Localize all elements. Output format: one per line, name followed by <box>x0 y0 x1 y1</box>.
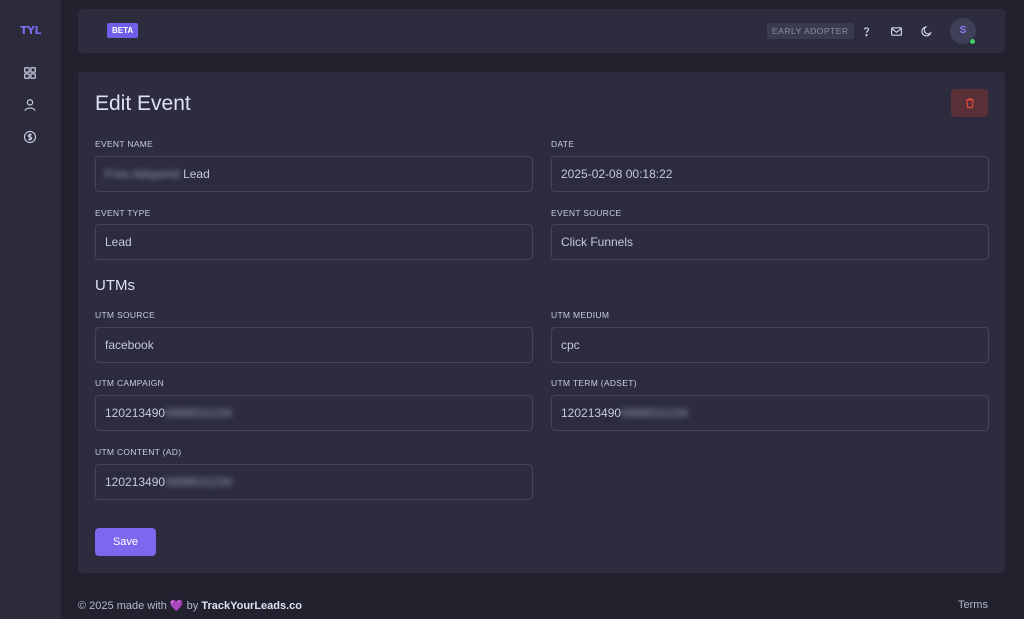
event-name-input[interactable]: Free Adspend Lead <box>95 156 533 192</box>
dollar-circle-icon[interactable] <box>20 127 40 147</box>
utm-campaign-value: 120213490 <box>105 406 166 420</box>
utm-campaign-input[interactable]: 1202134905698531234 <box>95 395 533 431</box>
utm-campaign-blurred: 5698531234 <box>165 406 232 420</box>
utm-content-input[interactable]: 1202134905698531234 <box>95 464 533 500</box>
save-button[interactable]: Save <box>95 528 156 556</box>
event-name-label: EVENT NAME <box>95 139 154 149</box>
event-source-input[interactable]: Click Funnels <box>551 224 989 260</box>
grid-icon[interactable] <box>20 63 40 83</box>
footer-by: by <box>186 600 199 612</box>
event-source-label: EVENT SOURCE <box>551 208 622 218</box>
utm-content-label: UTM CONTENT (AD) <box>95 447 182 457</box>
event-name-blurred: Free Adspend <box>105 167 180 181</box>
event-source-value: Click Funnels <box>561 235 634 249</box>
delete-button[interactable] <box>951 89 988 117</box>
utm-term-blurred: 5698531234 <box>621 406 688 420</box>
sidebar: TYL <box>0 0 61 619</box>
utm-medium-value: cpc <box>561 338 580 352</box>
event-type-input[interactable]: Lead <box>95 224 533 260</box>
event-type-value: Lead <box>105 235 132 249</box>
beta-badge: BETA <box>107 23 139 38</box>
utm-campaign-label: UTM CAMPAIGN <box>95 378 165 388</box>
top-bar: BETA EARLY ADOPTER S <box>78 9 1005 53</box>
moon-icon[interactable] <box>917 22 935 40</box>
brand-link[interactable]: TrackYourLeads.co <box>201 600 302 612</box>
utm-source-input[interactable]: facebook <box>95 327 533 363</box>
utm-term-label: UTM TERM (ADSET) <box>551 378 637 388</box>
heart-icon: 💜 <box>169 600 184 612</box>
utm-medium-input[interactable]: cpc <box>551 327 989 363</box>
date-input[interactable]: 2025-02-08 00:18:22 <box>551 156 989 192</box>
utm-medium-label: UTM MEDIUM <box>551 310 610 320</box>
utms-section-title: UTMs <box>95 277 135 294</box>
online-status-indicator <box>969 38 976 45</box>
utm-content-value: 120213490 <box>105 475 166 489</box>
utm-source-label: UTM SOURCE <box>95 310 156 320</box>
edit-event-card: Edit Event EVENT NAME Free Adspend Lead … <box>78 72 1005 573</box>
date-label: DATE <box>551 139 575 149</box>
question-icon[interactable] <box>857 22 875 40</box>
utm-term-input[interactable]: 1202134905698531234 <box>551 395 989 431</box>
mail-icon[interactable] <box>887 22 905 40</box>
app-logo[interactable]: TYL <box>0 24 61 37</box>
trash-icon <box>965 98 974 109</box>
footer-prefix: © 2025 made with <box>78 600 167 612</box>
early-adopter-badge: EARLY ADOPTER <box>767 23 854 39</box>
page-title: Edit Event <box>95 92 191 115</box>
utm-content-blurred: 5698531234 <box>165 475 232 489</box>
event-name-value: Lead <box>183 167 210 181</box>
user-icon[interactable] <box>20 95 40 115</box>
event-type-label: EVENT TYPE <box>95 208 151 218</box>
footer-copyright: © 2025 made with 💜 by TrackYourLeads.co <box>78 599 302 612</box>
date-value: 2025-02-08 00:18:22 <box>561 167 673 181</box>
utm-term-value: 120213490 <box>561 406 622 420</box>
terms-link[interactable]: Terms <box>958 599 988 611</box>
utm-source-value: facebook <box>105 338 154 352</box>
